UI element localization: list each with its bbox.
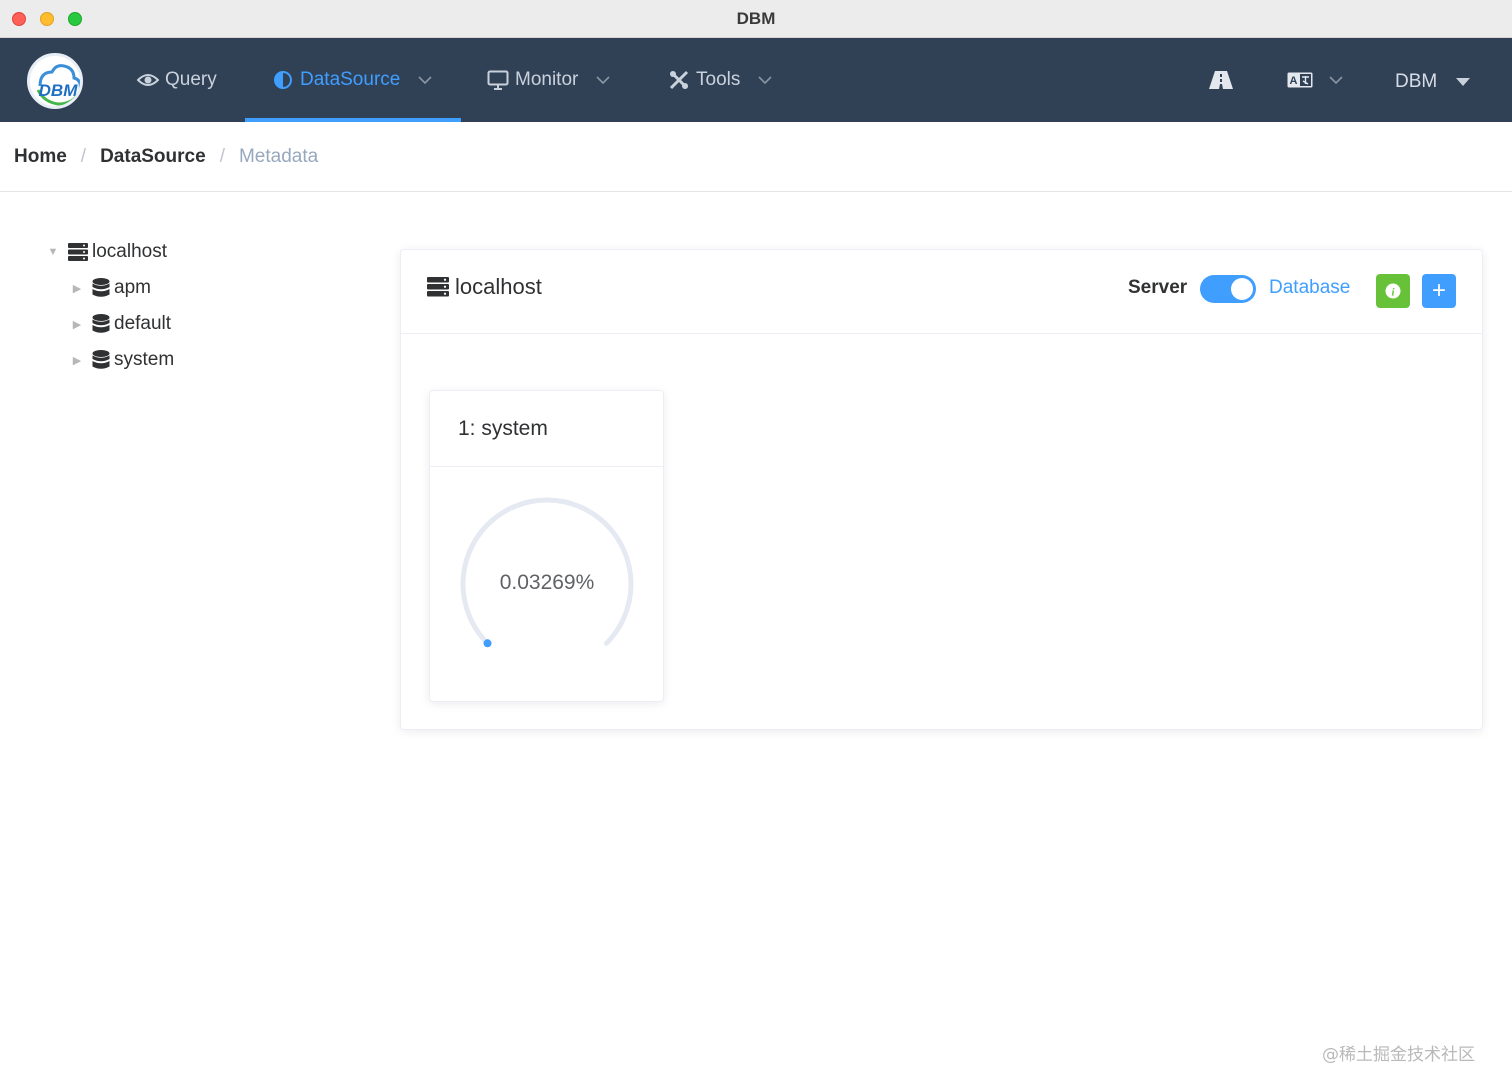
top-navbar: DBM Query DataSource Monitor Tools A DBM <box>0 38 1512 122</box>
switch-label-database[interactable]: Database <box>1269 277 1350 299</box>
user-menu[interactable]: DBM <box>1395 38 1471 126</box>
app-logo[interactable]: DBM <box>27 53 83 109</box>
server-panel-header: localhost Server Database i + <box>401 250 1482 334</box>
info-button[interactable]: i <box>1376 274 1410 308</box>
tree-node-label: system <box>114 349 175 370</box>
plus-icon: + <box>1431 277 1446 304</box>
info-icon: i <box>1385 283 1401 299</box>
monitor-icon <box>487 69 509 91</box>
caret-down-icon <box>1455 77 1471 87</box>
nav-query[interactable]: Query <box>137 38 217 122</box>
server-panel-title: localhost <box>427 274 542 300</box>
nav-monitor-label: Monitor <box>515 69 579 90</box>
breadcrumb-datasource[interactable]: DataSource <box>100 146 206 168</box>
tree-node-default[interactable]: ▶ default <box>70 306 171 342</box>
app-window: DBM DBM Query DataSource Monitor Tools A… <box>0 0 1512 1090</box>
user-menu-label: DBM <box>1395 71 1438 92</box>
nav-datasource-label: DataSource <box>300 69 401 90</box>
breadcrumb-separator: / <box>80 145 87 167</box>
server-icon <box>427 277 449 297</box>
chevron-down-icon <box>596 73 610 87</box>
tree-node-system[interactable]: ▶ system <box>70 342 174 378</box>
server-panel: localhost Server Database i + 1: system <box>400 249 1483 730</box>
usage-gauge-indicator <box>483 639 492 648</box>
server-database-toggle[interactable] <box>1200 275 1256 303</box>
add-button[interactable]: + <box>1422 274 1456 308</box>
language-icon[interactable]: A <box>1287 38 1343 122</box>
logo-cloud-icon: DBM <box>36 64 80 106</box>
tree-node-apm[interactable]: ▶ apm <box>70 270 151 306</box>
tree-node-label: apm <box>114 277 151 298</box>
server-panel-title-text: localhost <box>455 274 542 299</box>
road-icon[interactable] <box>1209 38 1233 122</box>
breadcrumb: Home / DataSource / Metadata <box>0 122 1512 192</box>
chevron-down-icon <box>758 73 772 87</box>
database-card-header: 1: system <box>430 391 663 467</box>
server-icon <box>68 243 88 261</box>
eye-icon <box>137 69 159 91</box>
tools-icon <box>668 69 690 91</box>
caret-collapsed-icon[interactable]: ▶ <box>70 318 84 331</box>
breadcrumb-metadata: Metadata <box>238 145 319 167</box>
caret-collapsed-icon[interactable]: ▶ <box>70 354 84 367</box>
title-bar: DBM <box>0 0 1512 38</box>
tree-node-localhost[interactable]: ▼ localhost <box>46 234 167 270</box>
half-circle-icon <box>272 69 294 91</box>
caret-collapsed-icon[interactable]: ▶ <box>70 282 84 295</box>
nav-tools-label: Tools <box>696 69 741 90</box>
database-card-title: 1: system <box>458 417 548 440</box>
switch-label-server[interactable]: Server <box>1128 277 1187 299</box>
nav-tools[interactable]: Tools <box>668 38 772 122</box>
nav-query-label: Query <box>165 69 217 90</box>
tree-node-label: default <box>114 313 172 334</box>
nav-monitor[interactable]: Monitor <box>487 38 610 122</box>
watermark-text: @稀土掘金技术社区 <box>1322 1045 1475 1065</box>
database-card[interactable]: 1: system 0.03269% <box>429 390 664 702</box>
chevron-down-icon <box>418 73 432 87</box>
database-icon <box>92 314 110 334</box>
breadcrumb-home[interactable]: Home <box>14 146 67 168</box>
database-icon <box>92 278 110 298</box>
svg-text:A: A <box>1290 75 1298 87</box>
nav-datasource[interactable]: DataSource <box>272 38 432 122</box>
database-icon <box>92 350 110 370</box>
toggle-knob <box>1231 278 1253 300</box>
tree-node-label: localhost <box>92 241 167 262</box>
chevron-down-icon <box>1329 75 1343 85</box>
svg-text:DBM: DBM <box>39 81 79 100</box>
caret-expanded-icon[interactable]: ▼ <box>46 246 60 258</box>
usage-gauge-value: 0.03269% <box>499 571 595 594</box>
window-title: DBM <box>736 9 776 28</box>
breadcrumb-separator: / <box>219 145 225 167</box>
usage-gauge: 0.03269% <box>454 491 640 677</box>
